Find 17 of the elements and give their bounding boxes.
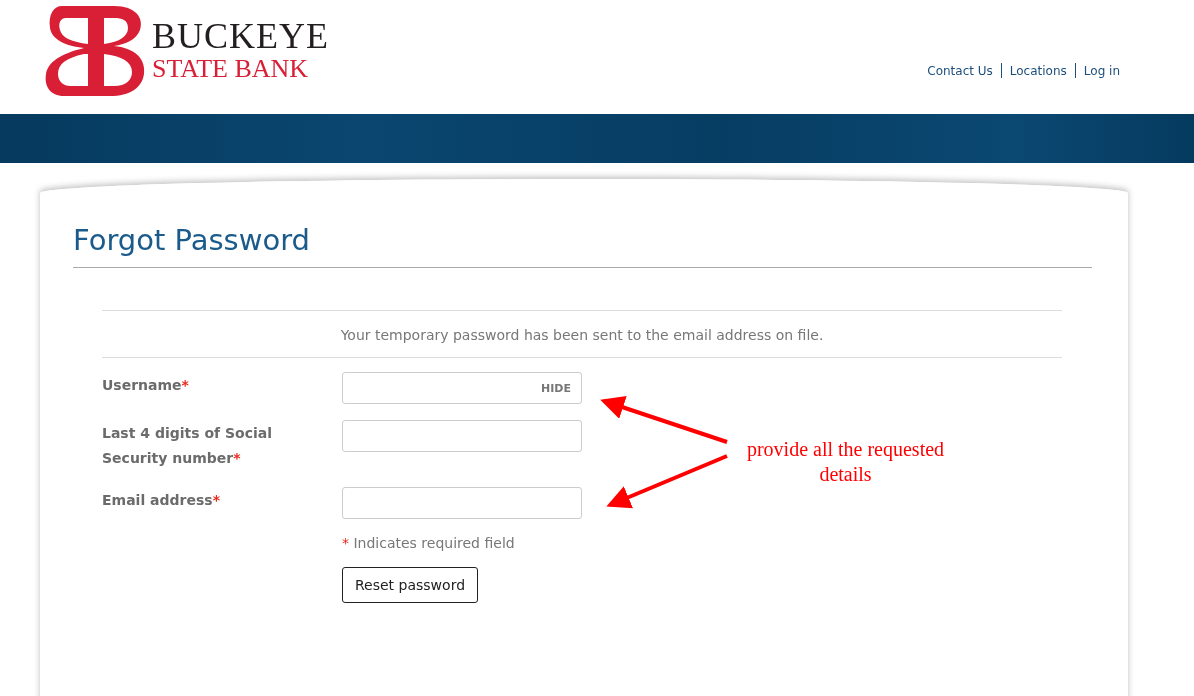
hide-toggle[interactable]: HIDE (531, 381, 581, 395)
page-title: Forgot Password (73, 223, 1092, 268)
required-note: * Indicates required field (342, 535, 515, 551)
nav-link[interactable]: Locations (1009, 63, 1067, 78)
nav-link[interactable]: Log in (1083, 63, 1120, 78)
logo-wordmark: BUCKEYE (152, 18, 329, 54)
field-label: Email address* (102, 491, 221, 510)
reset-password-button[interactable]: Reset password (342, 567, 479, 603)
input-field[interactable] (342, 420, 582, 452)
field-label: Username* (102, 376, 190, 395)
input-field[interactable]: HIDE (342, 372, 582, 404)
field-label: Last 4 digits of Social Security number* (102, 424, 274, 468)
annotation-text: provide all the requested details (745, 437, 946, 487)
nav-link[interactable]: Contact Us (927, 63, 993, 78)
status-message: Your temporary password has been sent to the email address on file. (102, 310, 1062, 358)
logo-wordmark-subtitle: STATE BANK (152, 56, 310, 82)
input-field[interactable] (342, 487, 582, 519)
